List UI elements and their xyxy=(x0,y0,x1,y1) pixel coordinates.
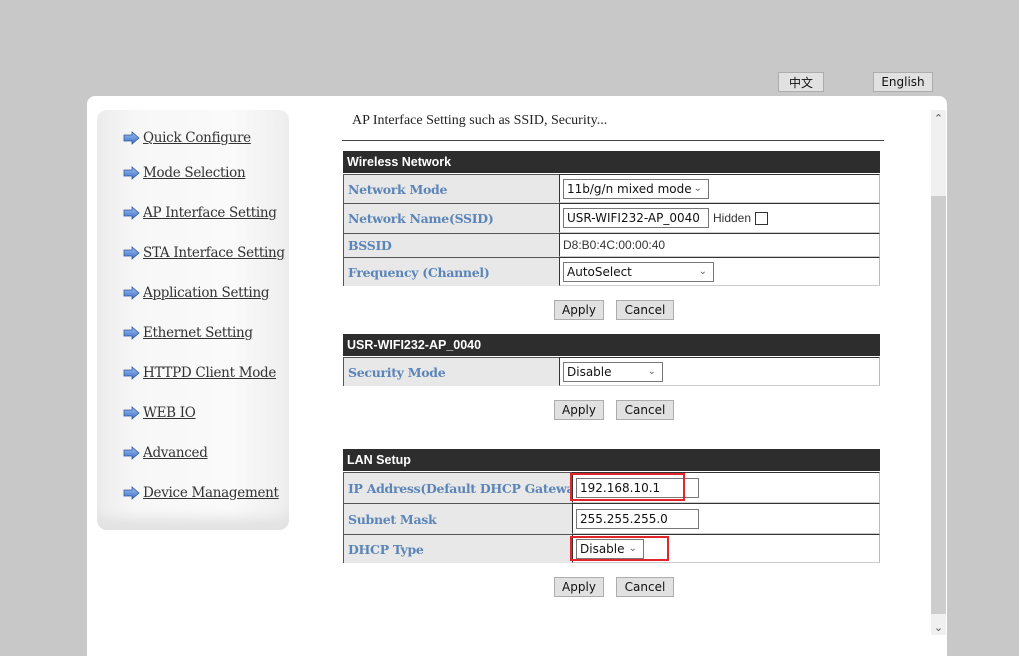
sidebar-item-advanced[interactable]: Advanced xyxy=(123,445,208,461)
ssid-input[interactable]: USR-WIFI232-AP_0040 xyxy=(563,208,709,228)
sidebar-item-label: AP Interface Setting xyxy=(143,205,277,221)
subnet-mask-cell: 255.255.255.0 xyxy=(572,503,880,534)
language-english-button[interactable]: English xyxy=(873,72,933,92)
hidden-ssid-checkbox[interactable] xyxy=(755,211,769,225)
ip-address-input[interactable]: 192.168.10.1 xyxy=(576,477,699,498)
sidebar-item-label: Advanced xyxy=(143,445,208,461)
security-mode-value: Disable xyxy=(567,364,612,379)
ip-address-label: IP Address(Default DHCP Gateway) xyxy=(343,472,587,503)
chevron-down-icon: ⌄ xyxy=(698,266,707,277)
sidebar-item-label: WEB IO xyxy=(143,405,196,421)
subnet-mask-label: Subnet Mask xyxy=(343,503,572,534)
network-mode-cell: 11b/g/n mixed mode ⌄ xyxy=(559,174,880,203)
wireless-apply-button[interactable]: Apply xyxy=(554,300,604,320)
sidebar-item-label: STA Interface Setting xyxy=(143,245,285,261)
lan-cancel-button[interactable]: Cancel xyxy=(616,577,674,597)
bssid-value: D8:B0:4C:00:00:40 xyxy=(563,238,666,252)
wireless-network-header: Wireless Network xyxy=(343,151,880,173)
dhcp-type-select[interactable]: Disable ⌄ xyxy=(576,538,644,559)
channel-row: Frequency (Channel) AutoSelect ⌄ xyxy=(343,257,880,286)
channel-select[interactable]: AutoSelect ⌄ xyxy=(563,261,714,282)
page-description: AP Interface Setting such as SSID, Secur… xyxy=(352,113,608,128)
network-mode-row: Network Mode 11b/g/n mixed mode ⌄ xyxy=(343,174,880,203)
subnet-mask-row: Subnet Mask 255.255.255.0 xyxy=(343,503,880,534)
sidebar-item-web-io[interactable]: WEB IO xyxy=(123,405,196,421)
sidebar-item-application-setting[interactable]: Application Setting xyxy=(123,285,269,301)
arrow-right-icon xyxy=(123,131,140,145)
sidebar-item-label: Application Setting xyxy=(143,285,270,301)
network-mode-label: Network Mode xyxy=(343,174,559,203)
sidebar-item-httpd-client-mode[interactable]: HTTPD Client Mode xyxy=(123,365,276,381)
language-chinese-button[interactable]: 中文 xyxy=(778,72,824,92)
sidebar-item-mode-selection[interactable]: Mode Selection xyxy=(123,165,246,181)
sidebar-item-label: Device Management xyxy=(143,485,279,501)
security-cancel-button[interactable]: Cancel xyxy=(616,400,674,420)
security-mode-cell: Disable ⌄ xyxy=(559,357,880,386)
sidebar-item-sta-interface-setting[interactable]: STA Interface Setting xyxy=(123,245,285,261)
arrow-right-icon xyxy=(123,246,140,260)
sidebar-item-label: HTTPD Client Mode xyxy=(143,365,277,381)
sidebar-item-label: Ethernet Setting xyxy=(143,325,253,341)
arrow-right-icon xyxy=(123,446,140,460)
dhcp-type-label: DHCP Type xyxy=(343,534,572,563)
chevron-down-icon: ⌄ xyxy=(647,366,656,377)
sidebar-item-device-management[interactable]: Device Management xyxy=(123,485,279,501)
chevron-down-icon: ⌄ xyxy=(693,183,702,194)
wireless-cancel-button[interactable]: Cancel xyxy=(616,300,674,320)
arrow-right-icon xyxy=(123,286,140,300)
security-mode-row: Security Mode Disable ⌄ xyxy=(343,357,880,386)
security-mode-label: Security Mode xyxy=(343,357,559,386)
arrow-right-icon xyxy=(123,166,140,180)
ssid-cell: USR-WIFI232-AP_0040 Hidden xyxy=(559,203,880,233)
hidden-label: Hidden xyxy=(713,211,752,225)
ip-address-row: IP Address(Default DHCP Gateway) 192.168… xyxy=(343,472,880,503)
ssid-label: Network Name(SSID) xyxy=(343,203,559,233)
network-mode-select[interactable]: 11b/g/n mixed mode ⌄ xyxy=(563,178,709,199)
sidebar-item-ap-interface-setting[interactable]: AP Interface Setting xyxy=(123,205,277,221)
lan-apply-button[interactable]: Apply xyxy=(554,577,604,597)
security-header: USR-WIFI232-AP_0040 xyxy=(343,334,880,356)
ssid-row: Network Name(SSID) USR-WIFI232-AP_0040 H… xyxy=(343,203,880,233)
arrow-right-icon xyxy=(123,406,140,420)
sidebar-item-quick-configure[interactable]: Quick Configure xyxy=(123,130,251,146)
sidebar-item-label: Mode Selection xyxy=(143,165,246,181)
dhcp-type-row: DHCP Type Disable ⌄ xyxy=(343,534,880,563)
bssid-row: BSSID D8:B0:4C:00:00:40 xyxy=(343,233,880,257)
channel-value: AutoSelect xyxy=(567,264,632,279)
arrow-right-icon xyxy=(123,326,140,340)
channel-label: Frequency (Channel) xyxy=(343,257,559,286)
scrollbar-thumb[interactable] xyxy=(931,196,946,614)
dhcp-type-cell: Disable ⌄ xyxy=(572,534,880,563)
dhcp-type-value: Disable xyxy=(580,541,625,556)
arrow-right-icon xyxy=(123,206,140,220)
arrow-right-icon xyxy=(123,486,140,500)
bssid-label: BSSID xyxy=(343,233,559,257)
scrollbar[interactable]: ⌃ ⌄ xyxy=(931,110,946,635)
subnet-mask-input[interactable]: 255.255.255.0 xyxy=(576,508,699,529)
scroll-up-icon[interactable]: ⌃ xyxy=(931,110,946,126)
arrow-right-icon xyxy=(123,366,140,380)
divider xyxy=(342,140,884,141)
security-mode-select[interactable]: Disable ⌄ xyxy=(563,361,663,382)
chevron-down-icon: ⌄ xyxy=(628,543,637,554)
bssid-cell: D8:B0:4C:00:00:40 xyxy=(559,233,880,257)
lan-setup-header: LAN Setup xyxy=(343,449,880,471)
security-apply-button[interactable]: Apply xyxy=(554,400,604,420)
sidebar-item-ethernet-setting[interactable]: Ethernet Setting xyxy=(123,325,253,341)
channel-cell: AutoSelect ⌄ xyxy=(559,257,880,286)
ip-address-cell: 192.168.10.1 xyxy=(572,472,880,503)
scroll-down-icon[interactable]: ⌄ xyxy=(931,619,946,635)
network-mode-value: 11b/g/n mixed mode xyxy=(567,181,692,196)
sidebar-item-label: Quick Configure xyxy=(143,130,251,146)
